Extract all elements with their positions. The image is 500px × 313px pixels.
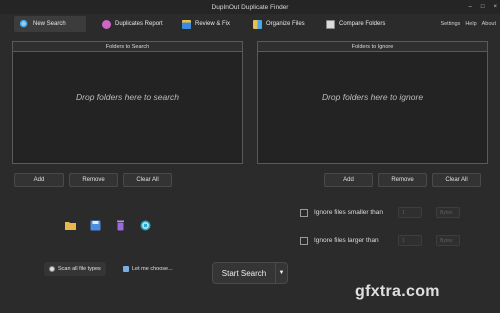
ignore-larger-checkbox[interactable] bbox=[300, 237, 308, 245]
tab-new-search[interactable]: New Search bbox=[14, 16, 86, 32]
tab-label: New Search bbox=[33, 21, 66, 27]
folders-to-ignore-panel[interactable]: Folders to Ignore Drop folders here to i… bbox=[257, 41, 488, 164]
scan-all-label: Scan all file types bbox=[58, 266, 101, 272]
window-controls: – □ × bbox=[469, 0, 497, 14]
smaller-unit-select[interactable]: Bytes bbox=[436, 207, 460, 218]
folders-to-search-panel[interactable]: Folders to Search Drop folders here to s… bbox=[12, 41, 243, 164]
drop-hint: Drop folders here to ignore bbox=[321, 92, 424, 102]
about-link[interactable]: About bbox=[482, 21, 496, 27]
clear-search-folders-button[interactable]: Clear All bbox=[123, 173, 172, 187]
review-icon bbox=[182, 19, 191, 29]
maximize-icon[interactable]: □ bbox=[481, 4, 485, 10]
tab-organize-files[interactable]: Organize Files bbox=[247, 16, 311, 32]
radio-icon bbox=[49, 266, 55, 272]
smaller-size-input[interactable]: 1 bbox=[398, 207, 422, 218]
dropdown-arrow-icon[interactable]: ▼ bbox=[275, 263, 287, 283]
start-search-button[interactable]: Start Search ▼ bbox=[212, 262, 288, 284]
top-links: Settings Help About bbox=[440, 14, 496, 34]
watermark: gfxtra.com bbox=[355, 283, 440, 300]
save-icon[interactable] bbox=[90, 218, 101, 231]
tab-review-fix[interactable]: Review & Fix bbox=[176, 16, 236, 32]
clear-ignore-folders-button[interactable]: Clear All bbox=[432, 173, 481, 187]
folder-icon[interactable] bbox=[65, 218, 76, 230]
ignore-larger-label: Ignore files larger than bbox=[314, 237, 379, 244]
main-toolbar: New Search Duplicates Report Review & Fi… bbox=[0, 14, 500, 34]
remove-search-folder-button[interactable]: Remove bbox=[69, 173, 118, 187]
minimize-icon[interactable]: – bbox=[469, 4, 472, 10]
close-icon[interactable]: × bbox=[493, 4, 497, 10]
help-link[interactable]: Help bbox=[465, 21, 476, 27]
tab-label: Review & Fix bbox=[195, 21, 231, 27]
start-search-label: Start Search bbox=[221, 268, 267, 278]
add-ignore-folder-button[interactable]: Add bbox=[324, 173, 373, 187]
larger-unit-select[interactable]: Bytes bbox=[436, 235, 460, 246]
organize-icon bbox=[253, 19, 262, 29]
let-me-choose-label: Let me choose... bbox=[132, 266, 173, 272]
compare-icon bbox=[326, 19, 335, 29]
tab-label: Duplicates Report bbox=[115, 21, 163, 27]
add-search-folder-button[interactable]: Add bbox=[14, 173, 64, 187]
remove-ignore-folder-button[interactable]: Remove bbox=[378, 173, 427, 187]
title-bar: DupInOut Duplicate Finder – □ × bbox=[0, 0, 500, 14]
report-icon bbox=[102, 19, 111, 29]
ignore-smaller-checkbox[interactable] bbox=[300, 209, 308, 217]
trash-icon[interactable] bbox=[115, 218, 126, 231]
drop-hint: Drop folders here to search bbox=[76, 92, 179, 102]
tab-compare-folders[interactable]: Compare Folders bbox=[320, 16, 391, 32]
panel-header: Folders to Search bbox=[13, 42, 242, 52]
scan-all-file-types-button[interactable]: Scan all file types bbox=[44, 262, 106, 276]
tab-label: Compare Folders bbox=[339, 21, 386, 27]
larger-size-input[interactable]: 1 bbox=[398, 235, 422, 246]
settings-link[interactable]: Settings bbox=[440, 21, 460, 27]
refresh-icon[interactable] bbox=[140, 218, 151, 231]
magnifier-icon bbox=[20, 19, 29, 29]
window-title: DupInOut Duplicate Finder bbox=[211, 3, 289, 11]
tab-label: Organize Files bbox=[266, 21, 305, 27]
tab-duplicates-report[interactable]: Duplicates Report bbox=[96, 16, 169, 32]
ignore-smaller-label: Ignore files smaller than bbox=[314, 209, 384, 216]
let-me-choose-button[interactable]: Let me choose... bbox=[118, 262, 178, 276]
filter-icon bbox=[123, 266, 129, 272]
panel-header: Folders to Ignore bbox=[258, 42, 487, 52]
